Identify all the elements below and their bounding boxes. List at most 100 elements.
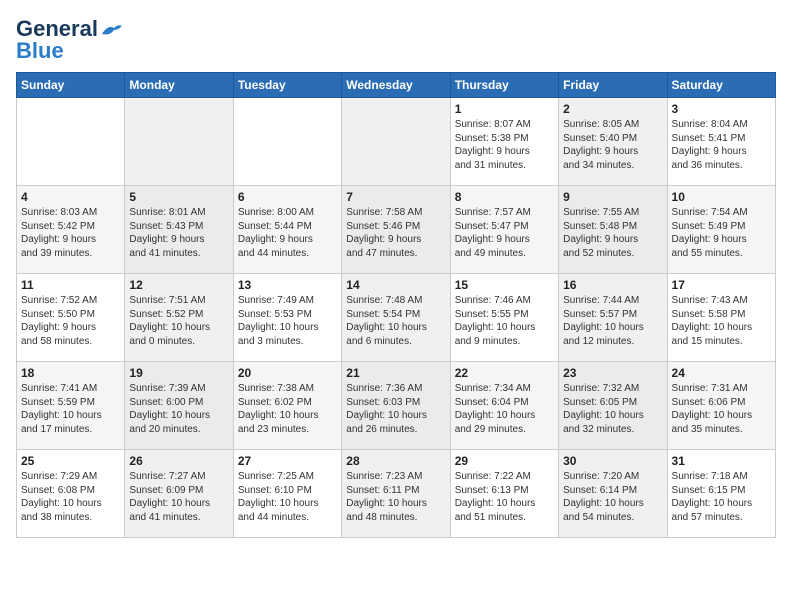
day-number: 13 xyxy=(238,278,337,292)
week-row-1: 1 Sunrise: 8:07 AM Sunset: 5:38 PM Daylig… xyxy=(17,98,776,186)
day-number: 24 xyxy=(672,366,771,380)
day-info: Sunrise: 7:55 AM Sunset: 5:48 PM Dayligh… xyxy=(563,206,662,260)
day-number: 12 xyxy=(129,278,228,292)
day-number: 29 xyxy=(455,454,554,468)
logo: General Blue xyxy=(16,16,122,64)
calendar-cell xyxy=(233,98,341,186)
day-info: Sunrise: 7:29 AM Sunset: 6:08 PM Dayligh… xyxy=(21,470,120,524)
week-row-5: 25 Sunrise: 7:29 AM Sunset: 6:08 PM Dayli… xyxy=(17,450,776,538)
day-info: Sunrise: 7:44 AM Sunset: 5:57 PM Dayligh… xyxy=(563,294,662,348)
calendar-cell xyxy=(342,98,450,186)
day-number: 4 xyxy=(21,190,120,204)
day-number: 19 xyxy=(129,366,228,380)
day-number: 20 xyxy=(238,366,337,380)
day-info: Sunrise: 8:01 AM Sunset: 5:43 PM Dayligh… xyxy=(129,206,228,260)
calendar-cell: 17 Sunrise: 7:43 AM Sunset: 5:58 PM Dayli… xyxy=(667,274,775,362)
calendar-cell: 20 Sunrise: 7:38 AM Sunset: 6:02 PM Dayli… xyxy=(233,362,341,450)
calendar-cell: 11 Sunrise: 7:52 AM Sunset: 5:50 PM Dayli… xyxy=(17,274,125,362)
day-info: Sunrise: 7:18 AM Sunset: 6:15 PM Dayligh… xyxy=(672,470,771,524)
calendar-cell: 15Sunrise: 7:46 AM Sunset: 5:55 PM Dayli… xyxy=(450,274,558,362)
calendar-cell: 30 Sunrise: 7:20 AM Sunset: 6:14 PM Dayli… xyxy=(559,450,667,538)
day-info: Sunrise: 7:39 AM Sunset: 6:00 PM Dayligh… xyxy=(129,382,228,436)
day-number: 5 xyxy=(129,190,228,204)
day-number: 30 xyxy=(563,454,662,468)
day-info: Sunrise: 7:25 AM Sunset: 6:10 PM Dayligh… xyxy=(238,470,337,524)
day-info: Sunrise: 8:03 AM Sunset: 5:42 PM Dayligh… xyxy=(21,206,120,260)
header-wednesday: Wednesday xyxy=(342,73,450,98)
day-number: 17 xyxy=(672,278,771,292)
calendar-cell: 2 Sunrise: 8:05 AM Sunset: 5:40 PM Daylig… xyxy=(559,98,667,186)
day-info: Sunrise: 7:46 AM Sunset: 5:55 PM Dayligh… xyxy=(455,294,554,348)
header-thursday: Thursday xyxy=(450,73,558,98)
day-number: 25 xyxy=(21,454,120,468)
header-tuesday: Tuesday xyxy=(233,73,341,98)
calendar-cell: 4 Sunrise: 8:03 AM Sunset: 5:42 PM Daylig… xyxy=(17,186,125,274)
calendar-cell: 22Sunrise: 7:34 AM Sunset: 6:04 PM Dayli… xyxy=(450,362,558,450)
days-header-row: SundayMondayTuesdayWednesdayThursdayFrid… xyxy=(17,73,776,98)
day-number: 22 xyxy=(455,366,554,380)
day-number: 31 xyxy=(672,454,771,468)
calendar-cell: 24 Sunrise: 7:31 AM Sunset: 6:06 PM Dayli… xyxy=(667,362,775,450)
calendar-cell: 23 Sunrise: 7:32 AM Sunset: 6:05 PM Dayli… xyxy=(559,362,667,450)
day-number: 16 xyxy=(563,278,662,292)
calendar-cell xyxy=(125,98,233,186)
calendar-cell: 13 Sunrise: 7:49 AM Sunset: 5:53 PM Dayli… xyxy=(233,274,341,362)
calendar-cell: 9 Sunrise: 7:55 AM Sunset: 5:48 PM Daylig… xyxy=(559,186,667,274)
day-info: Sunrise: 7:20 AM Sunset: 6:14 PM Dayligh… xyxy=(563,470,662,524)
day-info: Sunrise: 7:27 AM Sunset: 6:09 PM Dayligh… xyxy=(129,470,228,524)
day-number: 14 xyxy=(346,278,445,292)
day-number: 8 xyxy=(455,190,554,204)
day-info: Sunrise: 7:23 AM Sunset: 6:11 PM Dayligh… xyxy=(346,470,445,524)
day-info: Sunrise: 8:05 AM Sunset: 5:40 PM Dayligh… xyxy=(563,118,662,172)
day-info: Sunrise: 7:58 AM Sunset: 5:46 PM Dayligh… xyxy=(346,206,445,260)
day-info: Sunrise: 8:00 AM Sunset: 5:44 PM Dayligh… xyxy=(238,206,337,260)
day-info: Sunrise: 7:31 AM Sunset: 6:06 PM Dayligh… xyxy=(672,382,771,436)
calendar-cell: 12Sunrise: 7:51 AM Sunset: 5:52 PM Dayli… xyxy=(125,274,233,362)
day-number: 18 xyxy=(21,366,120,380)
day-info: Sunrise: 7:52 AM Sunset: 5:50 PM Dayligh… xyxy=(21,294,120,348)
day-info: Sunrise: 7:57 AM Sunset: 5:47 PM Dayligh… xyxy=(455,206,554,260)
day-number: 26 xyxy=(129,454,228,468)
header-sunday: Sunday xyxy=(17,73,125,98)
logo-bird-icon xyxy=(100,22,122,38)
calendar-cell: 6 Sunrise: 8:00 AM Sunset: 5:44 PM Daylig… xyxy=(233,186,341,274)
day-number: 9 xyxy=(563,190,662,204)
calendar-cell: 8 Sunrise: 7:57 AM Sunset: 5:47 PM Daylig… xyxy=(450,186,558,274)
day-number: 2 xyxy=(563,102,662,116)
calendar-cell: 19 Sunrise: 7:39 AM Sunset: 6:00 PM Dayli… xyxy=(125,362,233,450)
day-number: 23 xyxy=(563,366,662,380)
day-info: Sunrise: 7:48 AM Sunset: 5:54 PM Dayligh… xyxy=(346,294,445,348)
calendar-table: SundayMondayTuesdayWednesdayThursdayFrid… xyxy=(16,72,776,538)
day-number: 11 xyxy=(21,278,120,292)
calendar-cell: 14 Sunrise: 7:48 AM Sunset: 5:54 PM Dayli… xyxy=(342,274,450,362)
day-info: Sunrise: 7:43 AM Sunset: 5:58 PM Dayligh… xyxy=(672,294,771,348)
calendar-cell: 27Sunrise: 7:25 AM Sunset: 6:10 PM Dayli… xyxy=(233,450,341,538)
day-info: Sunrise: 7:38 AM Sunset: 6:02 PM Dayligh… xyxy=(238,382,337,436)
calendar-cell: 26 Sunrise: 7:27 AM Sunset: 6:09 PM Dayli… xyxy=(125,450,233,538)
week-row-4: 18 Sunrise: 7:41 AM Sunset: 5:59 PM Dayli… xyxy=(17,362,776,450)
logo-blue: Blue xyxy=(16,38,64,64)
day-info: Sunrise: 7:22 AM Sunset: 6:13 PM Dayligh… xyxy=(455,470,554,524)
day-info: Sunrise: 8:07 AM Sunset: 5:38 PM Dayligh… xyxy=(455,118,554,172)
calendar-cell: 1 Sunrise: 8:07 AM Sunset: 5:38 PM Daylig… xyxy=(450,98,558,186)
day-number: 1 xyxy=(455,102,554,116)
day-info: Sunrise: 7:54 AM Sunset: 5:49 PM Dayligh… xyxy=(672,206,771,260)
calendar-cell: 31 Sunrise: 7:18 AM Sunset: 6:15 PM Dayli… xyxy=(667,450,775,538)
day-info: Sunrise: 8:04 AM Sunset: 5:41 PM Dayligh… xyxy=(672,118,771,172)
week-row-3: 11 Sunrise: 7:52 AM Sunset: 5:50 PM Dayli… xyxy=(17,274,776,362)
calendar-cell: 3Sunrise: 8:04 AM Sunset: 5:41 PM Daylig… xyxy=(667,98,775,186)
header-monday: Monday xyxy=(125,73,233,98)
calendar-cell: 5 Sunrise: 8:01 AM Sunset: 5:43 PM Daylig… xyxy=(125,186,233,274)
day-info: Sunrise: 7:32 AM Sunset: 6:05 PM Dayligh… xyxy=(563,382,662,436)
page-header: General Blue xyxy=(16,16,776,64)
calendar-cell: 25 Sunrise: 7:29 AM Sunset: 6:08 PM Dayli… xyxy=(17,450,125,538)
header-friday: Friday xyxy=(559,73,667,98)
day-number: 6 xyxy=(238,190,337,204)
day-info: Sunrise: 7:49 AM Sunset: 5:53 PM Dayligh… xyxy=(238,294,337,348)
day-number: 21 xyxy=(346,366,445,380)
calendar-cell: 7Sunrise: 7:58 AM Sunset: 5:46 PM Daylig… xyxy=(342,186,450,274)
day-number: 10 xyxy=(672,190,771,204)
calendar-cell: 10 Sunrise: 7:54 AM Sunset: 5:49 PM Dayli… xyxy=(667,186,775,274)
calendar-cell: 21Sunrise: 7:36 AM Sunset: 6:03 PM Dayli… xyxy=(342,362,450,450)
day-info: Sunrise: 7:41 AM Sunset: 5:59 PM Dayligh… xyxy=(21,382,120,436)
